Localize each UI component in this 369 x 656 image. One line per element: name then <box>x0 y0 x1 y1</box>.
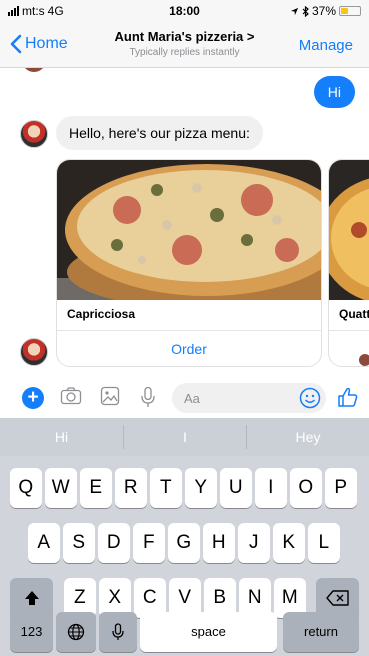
order-button[interactable]: Order <box>57 331 321 366</box>
globe-key[interactable] <box>56 612 96 652</box>
key-w[interactable]: W <box>45 468 77 508</box>
camera-icon[interactable] <box>60 386 82 406</box>
menu-card[interactable]: Quatt <box>328 159 369 367</box>
card-divider <box>329 330 369 331</box>
chat-thread[interactable]: Hi Hello, here's our pizza menu: Capricc… <box>0 68 369 374</box>
key-t[interactable]: T <box>150 468 182 508</box>
key-j[interactable]: J <box>238 523 270 563</box>
conversation-subtitle: Typically replies instantly <box>129 47 240 58</box>
shift-icon <box>24 591 39 605</box>
location-icon <box>290 7 299 15</box>
key-q[interactable]: Q <box>10 468 42 508</box>
battery-percent: 37% <box>311 4 336 18</box>
nav-bar: Home Aunt Maria's pizzeria > Typically r… <box>0 22 369 68</box>
battery-icon <box>339 6 361 16</box>
manage-button[interactable]: Manage <box>299 37 353 54</box>
incoming-message[interactable]: Hello, here's our pizza menu: <box>56 116 263 150</box>
card-title: Capricciosa <box>67 307 136 321</box>
key-i[interactable]: I <box>255 468 287 508</box>
gallery-icon[interactable] <box>100 386 120 406</box>
microphone-icon[interactable] <box>140 386 156 408</box>
avatar <box>20 120 48 148</box>
avatar <box>20 338 48 366</box>
emoji-icon[interactable] <box>299 387 321 409</box>
suggestion-bar: Hi I Hey <box>0 418 369 456</box>
key-k[interactable]: K <box>273 523 305 563</box>
suggestion-item[interactable]: I <box>124 418 246 456</box>
suggestion-item[interactable]: Hi <box>0 418 123 456</box>
message-placeholder: Aa <box>184 391 200 406</box>
key-d[interactable]: D <box>98 523 130 563</box>
keyboard: Hi I Hey QWERTYUIOPASDFGHJKLZXCVBNM 123 … <box>0 418 369 656</box>
key-o[interactable]: O <box>290 468 322 508</box>
suggestion-item[interactable]: Hey <box>247 418 369 456</box>
bluetooth-icon <box>302 5 309 17</box>
key-g[interactable]: G <box>168 523 200 563</box>
outgoing-message[interactable]: Hi <box>313 76 355 108</box>
dictation-key[interactable] <box>99 612 137 652</box>
key-f[interactable]: F <box>133 523 165 563</box>
key-u[interactable]: U <box>220 468 252 508</box>
status-bar: mt:s 4G 18:00 37% <box>0 0 369 22</box>
avatar <box>22 68 46 72</box>
back-label: Home <box>25 35 68 52</box>
key-y[interactable]: Y <box>185 468 217 508</box>
conversation-title[interactable]: Aunt Maria's pizzeria > <box>80 29 289 44</box>
menu-card[interactable]: Capricciosa Order <box>56 159 322 367</box>
key-a[interactable]: A <box>28 523 60 563</box>
battery-level <box>341 8 348 14</box>
key-l[interactable]: L <box>308 523 340 563</box>
composer: + Aa <box>0 374 369 418</box>
key-s[interactable]: S <box>63 523 95 563</box>
backspace-icon <box>325 590 349 606</box>
key-e[interactable]: E <box>80 468 112 508</box>
globe-icon <box>67 623 85 641</box>
return-key[interactable]: return <box>283 612 359 652</box>
back-button[interactable]: Home <box>10 34 68 54</box>
message-input[interactable]: Aa <box>172 383 326 413</box>
thumbs-up-icon[interactable] <box>337 386 359 408</box>
card-title: Quatt <box>339 307 369 321</box>
pizza-image <box>329 160 369 300</box>
key-h[interactable]: H <box>203 523 235 563</box>
status-right: 37% <box>290 4 361 18</box>
pizza-image <box>57 160 321 300</box>
numbers-key[interactable]: 123 <box>10 612 53 652</box>
key-r[interactable]: R <box>115 468 147 508</box>
chevron-left-icon <box>10 34 22 54</box>
key-p[interactable]: P <box>325 468 357 508</box>
avatar <box>359 354 369 366</box>
plus-button[interactable]: + <box>22 387 44 409</box>
space-key[interactable]: space <box>140 612 277 652</box>
microphone-icon <box>112 623 124 640</box>
